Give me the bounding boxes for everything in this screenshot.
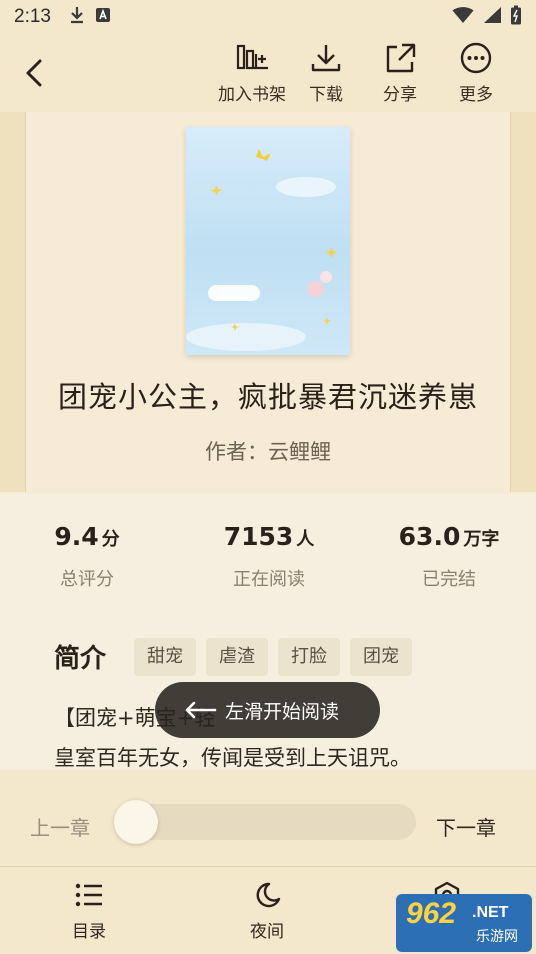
stat-rating: 9.4 分 总评分 (2, 522, 172, 591)
wifi-icon (452, 6, 474, 29)
arrow-left-icon (185, 701, 217, 719)
status-time: 2:13 (14, 6, 51, 27)
stat-words-unit: 万字 (463, 529, 500, 550)
watermark-net: .NET (472, 904, 509, 921)
stat-readers-value: 7153 (223, 522, 294, 551)
chapter-progress-thumb[interactable] (114, 800, 158, 844)
swipe-hint-toast: 左滑开始阅读 (155, 682, 380, 738)
chapter-progress-slider[interactable] (116, 804, 416, 840)
chapter-navigation: 上一章 下一章 (0, 770, 536, 866)
battery-icon (510, 5, 522, 30)
share-icon (386, 43, 416, 73)
book-author[interactable]: 作者：云鲤鲤 (0, 436, 536, 466)
top-toolbar: 加入书架 下载 分享 更多 (0, 34, 536, 112)
signal-icon (482, 6, 502, 29)
more-label: 更多 (459, 85, 493, 105)
table-of-contents-button[interactable]: 目录 (44, 881, 134, 942)
tag-chip[interactable]: 虐渣 (206, 638, 268, 676)
stat-rating-unit: 分 (101, 529, 120, 550)
download-button[interactable]: 下载 (288, 42, 364, 105)
status-bar: 2:13 (0, 0, 536, 34)
tag-chip[interactable]: 甜宠 (134, 638, 196, 676)
stat-words-caption: 已完结 (422, 569, 476, 590)
add-to-shelf-label: 加入书架 (218, 85, 286, 105)
toc-label: 目录 (72, 922, 106, 942)
tag-chip[interactable]: 团宠 (350, 638, 412, 676)
stat-words: 63.0 万字 已完结 (364, 522, 534, 591)
more-button[interactable]: 更多 (438, 42, 514, 105)
download-icon (311, 45, 341, 72)
chevron-left-icon (26, 59, 42, 87)
watermark-logo: 962 (406, 897, 457, 930)
book-detail-content[interactable]: 团宠小公主，疯批暴君沉迷养崽 作者：云鲤鲤 9.4 分 总评分 7153 人 正在阅… (0, 112, 536, 770)
book-title: 团宠小公主，疯批暴君沉迷养崽 (57, 380, 478, 414)
page-edge-right (510, 112, 536, 492)
list-icon (75, 883, 102, 907)
stat-readers: 7153 人 正在阅读 (184, 522, 354, 591)
intro-line-2: 皇室百年无女，传闻是受到上天诅咒。 (54, 746, 411, 770)
swipe-hint-text: 左滑开始阅读 (225, 700, 340, 723)
download-label: 下载 (309, 85, 343, 105)
stat-readers-caption: 正在阅读 (233, 569, 305, 590)
stat-words-value: 63.0 (398, 522, 461, 551)
intro-heading: 简介 (54, 644, 107, 674)
bookshelf-add-icon (236, 44, 268, 70)
page-edge-left (0, 112, 26, 492)
tag-chip[interactable]: 打脸 (278, 638, 340, 676)
back-button[interactable] (18, 56, 52, 90)
stat-rating-caption: 总评分 (60, 569, 114, 590)
night-mode-button[interactable]: 夜间 (222, 881, 312, 942)
next-chapter-button[interactable]: 下一章 (436, 812, 496, 841)
share-button[interactable]: 分享 (362, 42, 438, 105)
book-cover[interactable] (186, 127, 350, 355)
previous-chapter-button[interactable]: 上一章 (30, 812, 90, 841)
more-icon (460, 42, 492, 74)
app-notification-icon (95, 6, 111, 28)
share-label: 分享 (383, 85, 417, 105)
stat-readers-unit: 人 (296, 529, 315, 550)
watermark-site: 乐游网 (476, 929, 518, 945)
moon-icon (256, 882, 281, 908)
stat-rating-value: 9.4 (54, 522, 99, 551)
night-label: 夜间 (250, 922, 284, 942)
site-watermark: 962 .NET 乐游网 (396, 894, 532, 952)
add-to-shelf-button[interactable]: 加入书架 (214, 42, 290, 105)
download-status-icon (69, 6, 85, 29)
